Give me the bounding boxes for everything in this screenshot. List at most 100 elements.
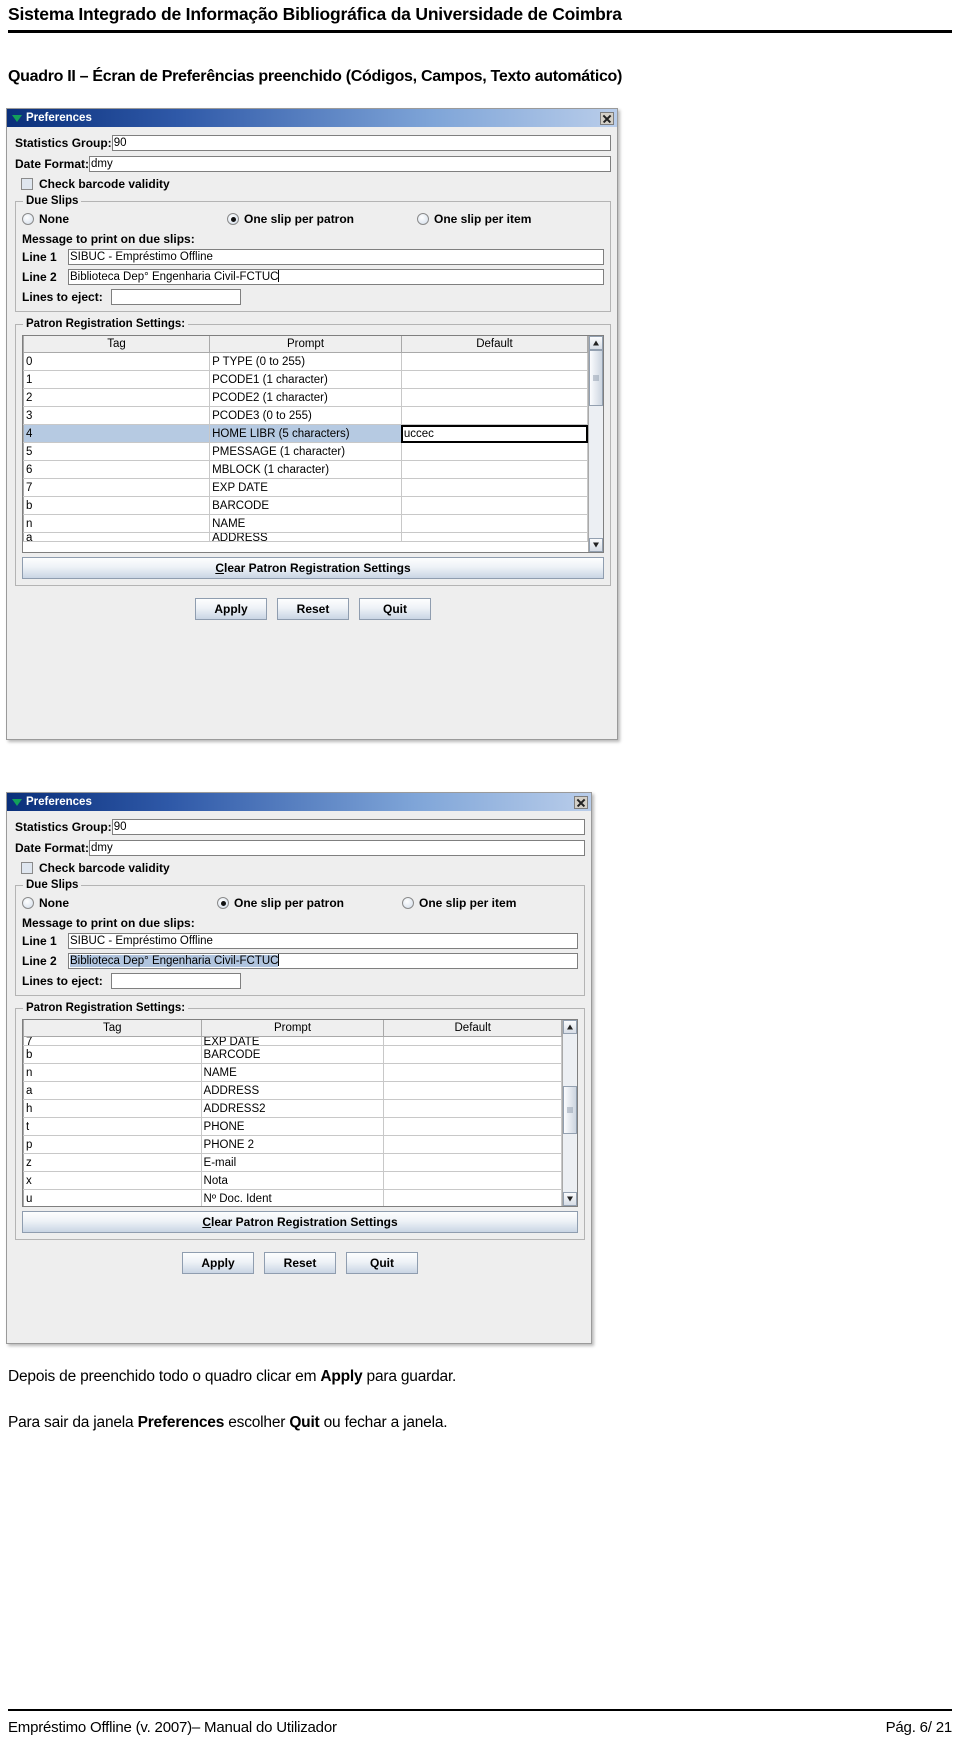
cell-default[interactable] [383, 1153, 562, 1172]
cell-default-editing[interactable]: uccec [400, 424, 588, 443]
radio-none-indicator[interactable] [22, 213, 34, 225]
column-header-tag[interactable]: Tag [23, 336, 211, 353]
table-row[interactable]: 3 PCODE3 (0 to 255) [23, 406, 588, 425]
cell-prompt[interactable]: ADDRESS [200, 1081, 385, 1100]
preferences-dialog-2[interactable]: Preferences Statistics Group: 90 Date Fo… [6, 792, 592, 1344]
scroll-up-arrow-icon[interactable] [589, 336, 603, 350]
table-row[interactable]: b BARCODE [23, 1045, 562, 1064]
table-row[interactable]: 7 EXP DATE [23, 478, 588, 497]
table-row[interactable]: 7 EXP DATE [23, 1036, 562, 1046]
column-header-prompt[interactable]: Prompt [209, 336, 402, 353]
table-row[interactable]: 4 HOME LIBR (5 characters) uccec [23, 424, 588, 443]
cell-default[interactable] [400, 388, 588, 407]
table-row[interactable]: 2 PCODE2 (1 character) [23, 388, 588, 407]
cell-prompt[interactable]: PHONE [200, 1117, 385, 1136]
table-row[interactable]: h ADDRESS2 [23, 1099, 562, 1118]
cell-prompt[interactable]: EXP DATE [209, 478, 402, 497]
clear-patron-registration-settings-button[interactable]: Clear Patron Registration Settings [22, 557, 604, 579]
cell-default[interactable] [383, 1081, 562, 1100]
table-row[interactable]: p PHONE 2 [23, 1135, 562, 1154]
check-barcode-validity-row[interactable]: Check barcode validity [21, 861, 585, 875]
cell-tag[interactable]: 2 [23, 388, 211, 407]
check-barcode-validity-checkbox[interactable] [21, 862, 33, 874]
cell-tag[interactable]: a [23, 532, 211, 542]
cell-prompt[interactable]: E-mail [200, 1153, 385, 1172]
table-row[interactable]: u Nº Doc. Ident [23, 1189, 562, 1206]
table-row[interactable]: n NAME [23, 1063, 562, 1082]
statistics-group-input[interactable]: 90 [111, 819, 585, 835]
cell-default[interactable] [383, 1189, 562, 1206]
scroll-down-arrow-icon[interactable] [589, 538, 603, 552]
radio-one-slip-per-patron-indicator[interactable] [227, 213, 239, 225]
cell-tag[interactable]: a [23, 1081, 202, 1100]
cell-tag[interactable]: b [23, 1045, 202, 1064]
check-barcode-validity-row[interactable]: Check barcode validity [21, 177, 611, 191]
window-menu-icon[interactable] [11, 113, 22, 124]
cell-default[interactable] [400, 478, 588, 497]
cell-default[interactable] [400, 442, 588, 461]
cell-default[interactable] [400, 370, 588, 389]
quit-button[interactable]: Quit [346, 1252, 418, 1274]
cell-prompt[interactable]: NAME [200, 1063, 385, 1082]
dialog-1-titlebar[interactable]: Preferences [7, 109, 617, 127]
scroll-down-arrow-icon[interactable] [563, 1192, 577, 1206]
cell-tag[interactable]: 5 [23, 442, 211, 461]
lines-to-eject-input[interactable] [110, 289, 241, 305]
radio-none-indicator[interactable] [22, 897, 34, 909]
radio-one-slip-per-item[interactable]: One slip per item [417, 212, 531, 226]
cell-prompt[interactable]: MBLOCK (1 character) [209, 460, 402, 479]
cell-prompt[interactable]: Nº Doc. Ident [200, 1189, 385, 1206]
cell-tag[interactable]: n [23, 514, 211, 533]
table-vertical-scrollbar[interactable] [562, 1020, 577, 1206]
table-row[interactable]: a ADDRESS [23, 532, 588, 542]
cell-default[interactable] [383, 1045, 562, 1064]
scrollbar-track[interactable] [589, 350, 603, 538]
cell-prompt[interactable]: PMESSAGE (1 character) [209, 442, 402, 461]
dialog-2-titlebar[interactable]: Preferences [7, 793, 591, 811]
table-row[interactable]: a ADDRESS [23, 1081, 562, 1100]
line-1-input[interactable]: SIBUC - Empréstimo Offline [68, 249, 604, 265]
radio-one-slip-per-patron-indicator[interactable] [217, 897, 229, 909]
cell-prompt[interactable]: ADDRESS2 [200, 1099, 385, 1118]
cell-tag[interactable]: 6 [23, 460, 211, 479]
window-menu-icon[interactable] [11, 797, 22, 808]
radio-one-slip-per-patron[interactable]: One slip per patron [217, 896, 402, 910]
column-header-tag[interactable]: Tag [23, 1020, 202, 1037]
cell-tag[interactable]: p [23, 1135, 202, 1154]
table-row[interactable]: 1 PCODE1 (1 character) [23, 370, 588, 389]
table-row[interactable]: t PHONE [23, 1117, 562, 1136]
radio-one-slip-per-item[interactable]: One slip per item [402, 896, 516, 910]
scrollbar-track[interactable] [563, 1034, 577, 1192]
reset-button[interactable]: Reset [277, 598, 349, 620]
radio-one-slip-per-item-indicator[interactable] [402, 897, 414, 909]
cell-tag[interactable]: x [23, 1171, 202, 1190]
cell-prompt[interactable]: PCODE2 (1 character) [209, 388, 402, 407]
column-header-default[interactable]: Default [383, 1020, 562, 1037]
check-barcode-validity-checkbox[interactable] [21, 178, 33, 190]
cell-default[interactable] [383, 1063, 562, 1082]
cell-default[interactable] [400, 496, 588, 515]
radio-one-slip-per-patron[interactable]: One slip per patron [227, 212, 417, 226]
table-row[interactable]: 5 PMESSAGE (1 character) [23, 442, 588, 461]
date-format-input[interactable]: dmy [89, 156, 611, 172]
scroll-up-arrow-icon[interactable] [563, 1020, 577, 1034]
cell-default[interactable] [400, 460, 588, 479]
apply-button[interactable]: Apply [195, 598, 267, 620]
clear-patron-registration-settings-button[interactable]: Clear Patron Registration Settings [22, 1211, 578, 1233]
cell-tag[interactable]: n [23, 1063, 202, 1082]
statistics-group-input[interactable]: 90 [111, 135, 611, 151]
cell-default[interactable] [383, 1036, 562, 1046]
close-icon[interactable] [574, 795, 588, 809]
cell-tag[interactable]: 0 [23, 352, 211, 371]
apply-button[interactable]: Apply [182, 1252, 254, 1274]
cell-tag[interactable]: 1 [23, 370, 211, 389]
cell-tag[interactable]: 3 [23, 406, 211, 425]
scrollbar-thumb[interactable] [563, 1086, 577, 1134]
cell-prompt[interactable]: EXP DATE [200, 1036, 385, 1046]
cell-default[interactable] [400, 514, 588, 533]
cell-default[interactable] [383, 1117, 562, 1136]
line-1-input[interactable]: SIBUC - Empréstimo Offline [68, 933, 578, 949]
cell-prompt[interactable]: PCODE3 (0 to 255) [209, 406, 402, 425]
lines-to-eject-input[interactable] [110, 973, 241, 989]
table-row[interactable]: x Nota [23, 1171, 562, 1190]
